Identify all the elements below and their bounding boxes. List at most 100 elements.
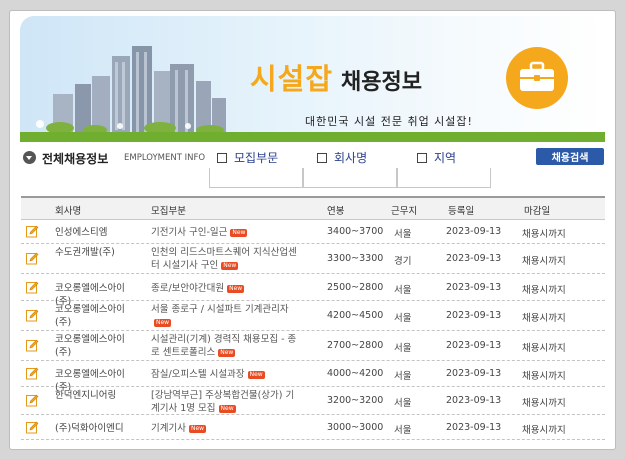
salary: 2700~2800 xyxy=(327,340,384,351)
location: 서울 xyxy=(394,425,412,436)
search-field-company[interactable] xyxy=(303,168,397,188)
table-header: 회사명 모집부분 연봉 근무지 등록일 마감일 xyxy=(21,196,605,220)
col-company: 회사명 xyxy=(55,206,82,217)
content-frame: 시설잡 채용정보 대한민국 시설 전문 취업 시설잡! 전체채용정보 EMPLOY… xyxy=(9,10,616,450)
table-body: 인성에스티엠 기전기사 구인-일근 New 3400~3700 서울 2023-09-13… xyxy=(21,220,605,440)
company-name[interactable]: 코오롱엘에스아이(주) xyxy=(55,333,139,359)
table-row[interactable]: 한덕엔지니어링 [강남역부근] 주상복합건물(상가) 기계기사 1명 모집 New 3… xyxy=(21,387,605,415)
col-registered: 등록일 xyxy=(448,206,475,217)
edit-icon[interactable] xyxy=(26,394,39,407)
edit-icon[interactable] xyxy=(26,339,39,352)
job-title[interactable]: 기전기사 구인-일근 xyxy=(151,227,227,238)
deadline: 채용시까지 xyxy=(522,398,566,409)
new-badge: New xyxy=(247,371,265,379)
job-cell[interactable]: 시설관리(기계) 경력직 채용모집 - 종로 센트로폴리스 New xyxy=(151,333,301,359)
title-sub: 채용정보 xyxy=(341,70,423,95)
table-row[interactable]: 코오롱엘에스아이(주) 잠실/오피스텔 시설과장 New 4000~4200 서울 202… xyxy=(21,361,605,393)
table-row[interactable]: 코오롱엘에스아이(주) 시설관리(기계) 경력직 채용모집 - 종로 센트로폴리스… xyxy=(21,331,605,361)
deadline: 채용시까지 xyxy=(522,229,566,240)
city-skyline-illustration xyxy=(36,46,226,136)
col-deadline: 마감일 xyxy=(524,206,551,217)
checkbox-box[interactable] xyxy=(217,152,227,163)
slogan: 대한민국 시설 전문 취업 시설잡! xyxy=(305,115,473,128)
company-name[interactable]: 인성에스티엠 xyxy=(55,226,139,239)
registered-date: 2023-09-13 xyxy=(446,368,502,379)
salary: 2500~2800 xyxy=(327,282,384,293)
edit-icon[interactable] xyxy=(26,309,39,322)
deadline: 채용시까지 xyxy=(522,343,566,354)
section-title: 전체채용정보 xyxy=(42,152,109,166)
new-badge: New xyxy=(227,285,245,293)
header-banner: 시설잡 채용정보 대한민국 시설 전문 취업 시설잡! xyxy=(20,16,605,142)
edit-icon[interactable] xyxy=(26,367,39,380)
company-name[interactable]: 수도권개발(주) xyxy=(55,246,139,259)
location: 서울 xyxy=(394,343,412,354)
checkbox-box[interactable] xyxy=(417,152,427,163)
location: 서울 xyxy=(394,285,412,296)
checkbox-recruit-field[interactable]: 모집부문 xyxy=(217,149,278,166)
checkbox-company[interactable]: 회사명 xyxy=(317,149,367,166)
company-name[interactable]: 한덕엔지니어링 xyxy=(55,389,139,402)
location: 경기 xyxy=(394,256,412,267)
deadline: 채용시까지 xyxy=(522,313,566,324)
table-row[interactable]: (주)덕화아이엔디 기계기사 New 3000~3000 서울 2023-09-13 채용시… xyxy=(21,415,605,440)
page-title: 시설잡 채용정보 xyxy=(250,56,422,98)
title-main: 시설잡 xyxy=(250,62,334,96)
checkbox-region[interactable]: 지역 xyxy=(417,149,456,166)
col-job: 모집부분 xyxy=(151,206,186,217)
chevron-down-icon[interactable] xyxy=(23,151,36,164)
new-badge: New xyxy=(230,229,248,237)
grass-strip xyxy=(20,132,605,142)
search-field-recruit[interactable] xyxy=(209,168,303,188)
new-badge: New xyxy=(188,425,207,433)
table-row[interactable]: 수도권개발(주) 인천의 리드스마트스퀘어 지식산업센터 시설기사 구인 New 33… xyxy=(21,244,605,274)
edit-icon[interactable] xyxy=(26,421,39,434)
job-cell[interactable]: 기계기사 New xyxy=(151,422,301,435)
job-cell[interactable]: [강남역부근] 주상복합건물(상가) 기계기사 1명 모집 New xyxy=(151,389,301,415)
salary: 4200~4500 xyxy=(327,310,384,321)
registered-date: 2023-09-13 xyxy=(446,226,502,237)
location: 서울 xyxy=(394,398,412,409)
edit-icon[interactable] xyxy=(26,252,39,265)
job-title[interactable]: 잠실/오피스텔 시설과장 xyxy=(151,369,245,380)
table-row[interactable]: 코오롱엘에스아이(주) 종로/보안야간대원 New 2500~2800 서울 2023-0… xyxy=(21,274,605,307)
search-bar: 전체채용정보 EMPLOYMENT INFO 모집부문 회사명 지역 채용검색 xyxy=(21,147,611,191)
registered-date: 2023-09-13 xyxy=(446,340,502,351)
salary: 3200~3200 xyxy=(327,395,384,406)
new-badge: New xyxy=(218,349,236,357)
job-title[interactable]: 기계기사 xyxy=(151,423,186,434)
table-row[interactable]: 인성에스티엠 기전기사 구인-일근 New 3400~3700 서울 2023-09-13… xyxy=(21,220,605,244)
new-badge: New xyxy=(154,319,172,327)
briefcase-icon xyxy=(520,61,554,91)
briefcase-badge xyxy=(506,47,568,109)
location: 서울 xyxy=(394,229,412,240)
checkbox-label: 회사명 xyxy=(334,151,368,165)
checkbox-box[interactable] xyxy=(317,152,327,163)
registered-date: 2023-09-13 xyxy=(446,422,502,433)
deadline: 채용시까지 xyxy=(522,256,566,267)
checkbox-label: 모집부문 xyxy=(234,151,279,165)
new-badge: New xyxy=(221,262,239,270)
new-badge: New xyxy=(218,405,236,413)
salary: 3300~3300 xyxy=(327,253,384,264)
edit-icon[interactable] xyxy=(26,281,39,294)
col-salary: 연봉 xyxy=(327,206,345,217)
table-row[interactable]: 코오롱엘에스아이(주) 서울 종로구 / 시설파트 기계관리자 New 4200~45… xyxy=(21,301,605,331)
deadline: 채용시까지 xyxy=(522,371,566,382)
job-title[interactable]: 종로/보안야간대원 xyxy=(151,283,224,294)
job-cell[interactable]: 종로/보안야간대원 New xyxy=(151,282,301,295)
company-name[interactable]: 코오롱엘에스아이(주) xyxy=(55,303,139,329)
location: 서울 xyxy=(394,371,412,382)
search-button[interactable]: 채용검색 xyxy=(536,148,604,165)
job-cell[interactable]: 기전기사 구인-일근 New xyxy=(151,226,301,239)
job-title[interactable]: 서울 종로구 / 시설파트 기계관리자 xyxy=(151,304,289,315)
search-field-region[interactable] xyxy=(397,168,491,188)
registered-date: 2023-09-13 xyxy=(446,395,502,406)
job-cell[interactable]: 인천의 리드스마트스퀘어 지식산업센터 시설기사 구인 New xyxy=(151,246,301,272)
company-name[interactable]: (주)덕화아이엔디 xyxy=(55,422,139,435)
deadline: 채용시까지 xyxy=(522,425,566,436)
section-subtitle: EMPLOYMENT INFO xyxy=(124,153,206,163)
job-cell[interactable]: 서울 종로구 / 시설파트 기계관리자 New xyxy=(151,303,301,329)
job-cell[interactable]: 잠실/오피스텔 시설과장 New xyxy=(151,368,301,381)
edit-icon[interactable] xyxy=(26,225,39,238)
